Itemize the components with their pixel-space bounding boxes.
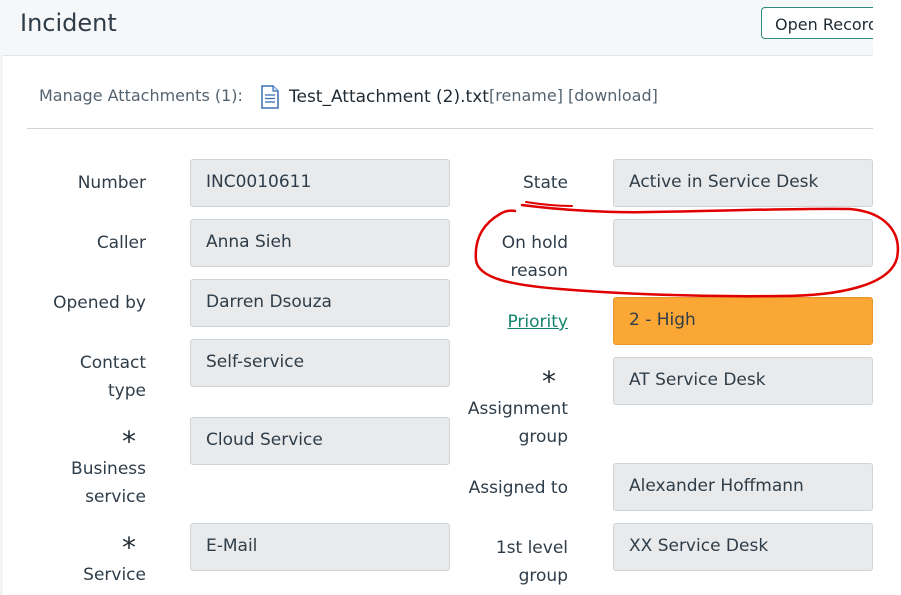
red-circle-annotation	[474, 201, 900, 298]
